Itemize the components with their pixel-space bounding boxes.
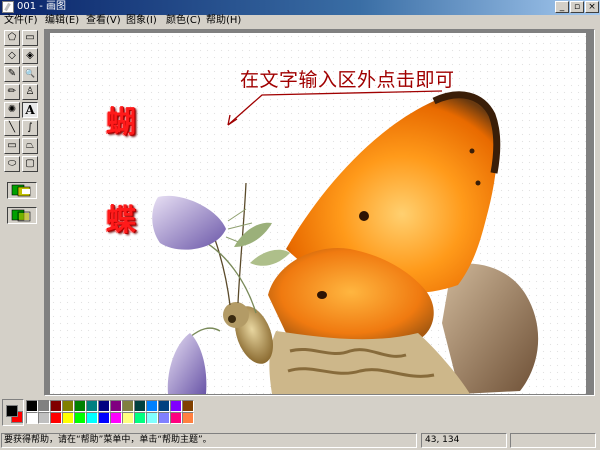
ellipse-icon: ⬭ — [7, 158, 17, 169]
bluebell-flower — [152, 195, 226, 250]
pick-color-tool[interactable]: ✎ — [4, 66, 20, 82]
palette-color-swatch[interactable] — [110, 400, 122, 412]
underwing-shape — [269, 331, 470, 394]
pick-color-icon: ✎ — [7, 68, 17, 79]
curve-tool[interactable]: ∫ — [22, 120, 38, 136]
palette-color-swatch[interactable] — [74, 412, 86, 424]
butterfly-head — [223, 302, 249, 328]
free-form-select-icon: ⬠ — [7, 32, 17, 43]
palette-color-swatch[interactable] — [158, 412, 170, 424]
bluebell-flower-lower — [167, 333, 207, 394]
palette-color-swatch[interactable] — [26, 400, 38, 412]
color-palette — [0, 396, 600, 430]
palette-color-swatch[interactable] — [50, 400, 62, 412]
status-coordinates: 43, 134 — [421, 433, 507, 448]
palette-color-swatch[interactable] — [62, 412, 74, 424]
opaque-background-icon — [11, 184, 31, 197]
minimize-button[interactable]: _ — [555, 1, 569, 13]
rounded-rectangle-icon: ▢ — [25, 158, 35, 169]
red-character-hu: 蝴 — [106, 105, 136, 140]
palette-color-swatch[interactable] — [182, 400, 194, 412]
palette-color-swatch[interactable] — [170, 412, 182, 424]
select-tool[interactable]: ▭ — [22, 30, 38, 46]
fill-icon: ◈ — [26, 50, 34, 61]
polygon-tool[interactable]: ⏢ — [22, 138, 38, 154]
rounded-rectangle-tool[interactable]: ▢ — [22, 156, 38, 172]
fill-tool[interactable]: ◈ — [22, 48, 38, 64]
palette-color-swatch[interactable] — [38, 400, 50, 412]
palette-color-swatch[interactable] — [146, 412, 158, 424]
text-tool[interactable]: A — [22, 102, 38, 118]
palette-color-swatch[interactable] — [86, 400, 98, 412]
menu-edit[interactable]: 编辑(E) — [45, 15, 79, 27]
window-title: 001 - 画图 — [17, 1, 67, 12]
eraser-tool[interactable]: ◇ — [4, 48, 20, 64]
transparent-background-option[interactable] — [7, 207, 37, 224]
foreground-color-swatch[interactable] — [6, 405, 18, 417]
palette-color-swatch[interactable] — [158, 400, 170, 412]
palette-color-swatch[interactable] — [26, 412, 38, 424]
palette-color-swatch[interactable] — [50, 412, 62, 424]
menu-help[interactable]: 帮助(H) — [206, 15, 241, 27]
brush-tool[interactable]: ♙ — [22, 84, 38, 100]
palette-color-swatch[interactable] — [146, 400, 158, 412]
palette-color-swatch[interactable] — [62, 400, 74, 412]
menu-colors[interactable]: 颜色(C) — [166, 15, 201, 27]
eraser-icon: ◇ — [8, 50, 16, 61]
airbrush-icon: ✺ — [7, 104, 17, 115]
palette-color-swatch[interactable] — [122, 400, 134, 412]
palette-color-swatch[interactable] — [122, 412, 134, 424]
free-form-select-tool[interactable]: ⬠ — [4, 30, 20, 46]
curve-icon: ∫ — [27, 122, 33, 133]
select-icon: ▭ — [25, 32, 35, 43]
rectangle-icon: ▭ — [7, 140, 17, 151]
line-tool[interactable]: ╲ — [4, 120, 20, 136]
menu-bar: 文件(F) 编辑(E) 查看(V) 图象(I) 颜色(C) 帮助(H) — [0, 15, 600, 28]
palette-color-swatch[interactable] — [98, 400, 110, 412]
text-icon: A — [25, 103, 35, 117]
brush-icon: ♙ — [25, 86, 35, 97]
title-bar: 001 - 画图 _ ▫ × — [0, 0, 600, 15]
magnifier-tool[interactable]: 🔍 — [22, 66, 38, 82]
airbrush-tool[interactable]: ✺ — [4, 102, 20, 118]
palette-color-swatch[interactable] — [134, 412, 146, 424]
line-icon: ╲ — [8, 122, 16, 133]
palette-color-swatch[interactable] — [182, 412, 194, 424]
pencil-icon: ✏ — [7, 86, 17, 97]
opaque-background-option[interactable] — [7, 182, 37, 199]
status-size — [510, 433, 596, 448]
menu-file[interactable]: 文件(F) — [4, 15, 38, 27]
magnifier-icon: 🔍 — [25, 69, 35, 78]
paint-app-icon[interactable] — [2, 1, 14, 13]
transparent-background-icon — [11, 209, 31, 222]
status-help-text: 要获得帮助，请在“帮助”菜单中，单击“帮助主题”。 — [1, 433, 417, 448]
palette-color-swatch[interactable] — [86, 412, 98, 424]
status-bar: 要获得帮助，请在“帮助”菜单中，单击“帮助主题”。 43, 134 — [0, 432, 600, 450]
menu-image[interactable]: 图象(I) — [126, 15, 157, 27]
palette-color-swatch[interactable] — [170, 400, 182, 412]
palette-color-swatch[interactable] — [134, 400, 146, 412]
palette-color-swatch[interactable] — [98, 412, 110, 424]
ellipse-tool[interactable]: ⬭ — [4, 156, 20, 172]
current-colors[interactable] — [2, 399, 24, 426]
red-character-die: 蝶 — [106, 203, 136, 238]
palette-color-swatch[interactable] — [38, 412, 50, 424]
palette-color-swatch[interactable] — [74, 400, 86, 412]
menu-view[interactable]: 查看(V) — [86, 15, 121, 27]
pencil-tool[interactable]: ✏ — [4, 84, 20, 100]
canvas-workspace[interactable]: 在文字输入区外点击即可 蝴 蝶 — [44, 29, 595, 396]
close-button[interactable]: × — [585, 1, 599, 13]
maximize-button[interactable]: ▫ — [570, 1, 584, 13]
drawing-canvas[interactable]: 在文字输入区外点击即可 蝴 蝶 — [50, 33, 586, 394]
rectangle-tool[interactable]: ▭ — [4, 138, 20, 154]
polygon-icon: ⏢ — [26, 140, 34, 151]
palette-color-swatch[interactable] — [110, 412, 122, 424]
tool-box: ⬠ ▭ ◇ ◈ ✎ 🔍 ✏ ♙ ✺ A ╲ ∫ ▭ ⏢ ⬭ ▢ — [0, 29, 44, 396]
